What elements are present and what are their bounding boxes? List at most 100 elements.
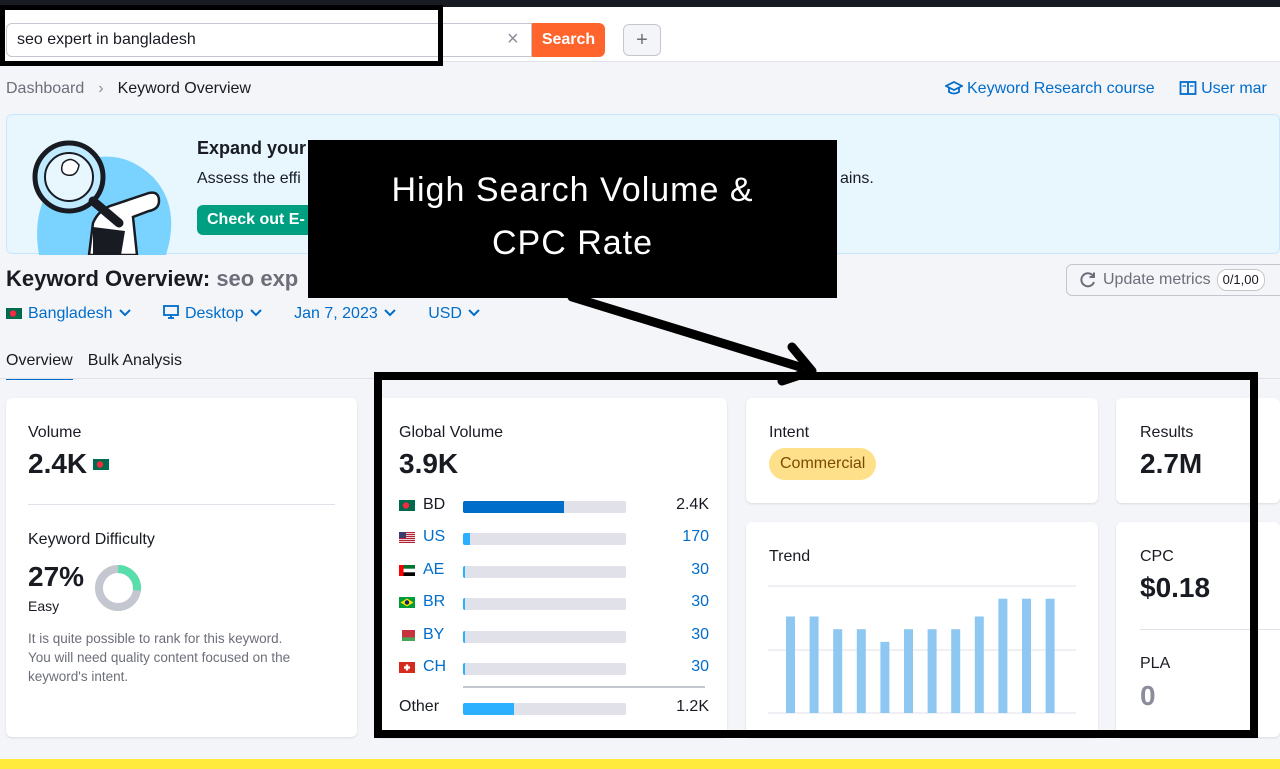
trend-bar — [809, 616, 819, 713]
breadcrumb: Dashboard › Keyword Overview — [6, 80, 251, 98]
kd-description-line: keyword's intent. — [28, 669, 129, 684]
update-metrics-button[interactable]: Update metrics 0/1,00 — [1066, 264, 1280, 296]
country-code: Other — [399, 698, 440, 715]
banner-title: Expand your — [197, 138, 307, 158]
country-share-bar — [463, 663, 626, 675]
clear-search-icon[interactable]: × — [507, 28, 519, 51]
country-volume[interactable]: 30 — [691, 593, 709, 611]
cpc-label: CPC — [1140, 548, 1174, 565]
country-code[interactable]: BY — [423, 626, 444, 644]
callout-line-2: CPC Rate — [491, 224, 654, 262]
country-share-bar — [463, 630, 626, 643]
bangladesh-flag-icon — [93, 459, 110, 470]
trend-label: Trend — [769, 548, 811, 565]
country-share-bar — [463, 565, 626, 578]
breadcrumb-dashboard-link[interactable]: Dashboard — [6, 80, 84, 97]
kd-description-line: It is quite possible to rank for this ke… — [28, 631, 283, 646]
global-volume-label: Global Volume — [399, 424, 504, 441]
date-filter[interactable]: Jan 7, 2023 — [294, 305, 396, 323]
country-volume[interactable]: 30 — [691, 561, 709, 579]
chevron-down-icon — [384, 309, 396, 317]
country-share-fill — [463, 630, 465, 643]
country-row-by[interactable]: BY 30 — [399, 626, 709, 646]
user-manual-link[interactable]: User mar — [1179, 80, 1267, 97]
country-row-ch[interactable]: CH 30 — [399, 658, 709, 678]
tab-overview[interactable]: Overview — [6, 352, 73, 380]
trend-bar — [998, 598, 1008, 713]
country-share-fill — [463, 703, 514, 715]
trend-bar — [786, 616, 795, 713]
country-code[interactable]: US — [423, 528, 445, 546]
cpc-card-divider — [1140, 629, 1280, 630]
keyword-research-course-link[interactable]: Keyword Research course — [945, 80, 1159, 97]
country-share-fill — [463, 598, 465, 611]
volume-card: Volume 2.4K Keyword Difficulty 27% Easy … — [6, 398, 357, 737]
by-flag-icon — [399, 629, 415, 641]
kd-donut — [95, 565, 141, 611]
cpc-card: CPC $0.18 PLA 0 — [1116, 522, 1280, 737]
country-row-ae[interactable]: AE 30 — [399, 561, 709, 581]
search-button[interactable]: Search — [532, 23, 605, 57]
country-filter[interactable]: Bangladesh — [6, 305, 131, 323]
callout-line-1: High Search Volume & — [391, 171, 754, 209]
country-volume[interactable]: 170 — [682, 528, 709, 546]
volume-value-text: 2.4K — [28, 448, 88, 479]
top-search-bar: × Search + — [0, 7, 1280, 62]
cpc-value: $0.18 — [1140, 572, 1211, 603]
country-row-br[interactable]: BR 30 — [399, 593, 709, 613]
ae-flag-icon — [399, 564, 415, 576]
currency-filter[interactable]: USD — [428, 305, 480, 323]
country-share-bar — [463, 598, 626, 611]
magnifier-illustration-icon — [32, 140, 172, 255]
country-share-bar — [463, 703, 626, 715]
volume-label: Volume — [28, 424, 82, 441]
breadcrumb-current: Keyword Overview — [117, 80, 251, 97]
graduation-cap-icon — [945, 80, 963, 95]
volume-value: 2.4K — [28, 448, 110, 480]
course-link-label: Keyword Research course — [967, 80, 1155, 97]
tab-bulk-analysis[interactable]: Bulk Analysis — [88, 352, 182, 378]
bd-flag-icon — [399, 500, 415, 511]
trend-bar — [856, 629, 866, 713]
country-code[interactable]: CH — [423, 658, 446, 676]
country-code[interactable]: AE — [423, 561, 444, 579]
add-keyword-button[interactable]: + — [623, 24, 661, 56]
country-row-bd: BD 2.4K — [399, 496, 709, 516]
pla-label: PLA — [1140, 655, 1171, 672]
banner-cta-button[interactable]: Check out E- — [197, 205, 315, 235]
search-input[interactable] — [7, 24, 487, 56]
refresh-icon — [1080, 272, 1095, 288]
trend-bar — [927, 629, 937, 713]
desktop-icon — [163, 305, 179, 319]
global-volume-card: Global Volume 3.9K BD 2.4K US 170 AE 30 BR 30 BY… — [375, 398, 727, 737]
country-volume: 1.2K — [676, 698, 709, 715]
trend-chart — [768, 585, 1076, 714]
bangladesh-flag-icon — [6, 308, 22, 319]
country-code[interactable]: BR — [423, 593, 445, 611]
window-top-strip — [0, 0, 1280, 7]
trend-bar — [880, 641, 890, 713]
device-filter[interactable]: Desktop — [163, 305, 262, 323]
chevron-down-icon — [468, 309, 480, 317]
results-value: 2.7M — [1140, 448, 1203, 479]
country-share-fill — [463, 565, 465, 578]
search-box: × — [6, 23, 532, 57]
country-share-fill — [463, 501, 565, 513]
device-filter-label: Desktop — [184, 305, 244, 322]
trend-bar — [904, 629, 913, 713]
pla-value: 0 — [1140, 680, 1156, 711]
country-volume[interactable]: 30 — [691, 658, 709, 676]
trend-card: Trend — [746, 522, 1098, 737]
trend-bar — [951, 629, 961, 713]
country-row-us[interactable]: US 170 — [399, 528, 709, 548]
global-volume-value: 3.9K — [399, 448, 459, 479]
intent-card: Intent Commercial — [746, 398, 1098, 503]
results-label: Results — [1140, 424, 1194, 441]
country-code: BD — [423, 496, 446, 513]
country-volume[interactable]: 30 — [691, 626, 709, 644]
bottom-highlight-strip — [0, 759, 1280, 769]
view-tabs: Overview Bulk Analysis — [6, 352, 197, 380]
country-share-fill — [463, 663, 465, 675]
trend-bar — [974, 616, 984, 713]
kd-description-line: You will need quality content focused on… — [28, 650, 291, 665]
